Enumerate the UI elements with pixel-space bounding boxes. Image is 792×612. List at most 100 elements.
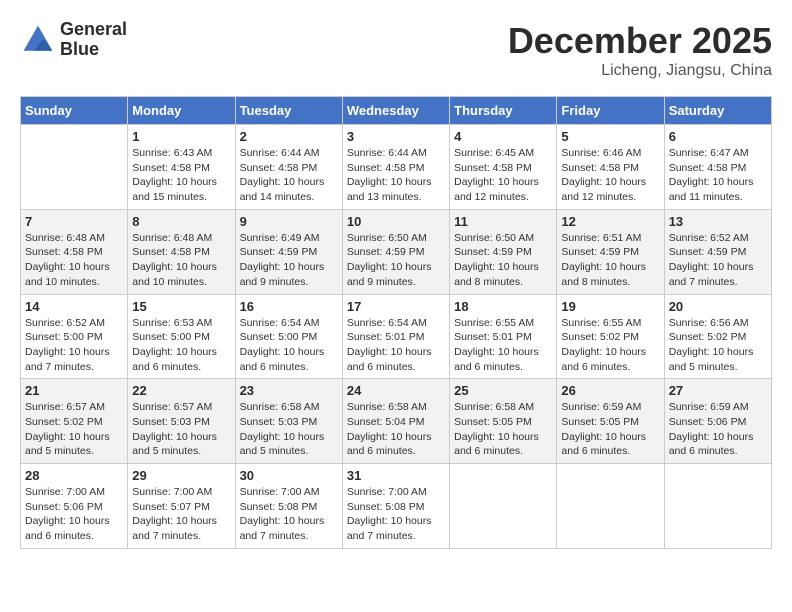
day-info: Sunrise: 6:56 AM Sunset: 5:02 PM Dayligh… — [669, 316, 767, 375]
day-number: 22 — [132, 383, 230, 398]
week-row-5: 28 Sunrise: 7:00 AM Sunset: 5:06 PM Dayli… — [21, 464, 772, 549]
day-number: 24 — [347, 383, 445, 398]
calendar-cell: 20 Sunrise: 6:56 AM Sunset: 5:02 PM Dayli… — [664, 294, 771, 379]
day-info: Sunrise: 6:43 AM Sunset: 4:58 PM Dayligh… — [132, 146, 230, 205]
weekday-header-saturday: Saturday — [664, 97, 771, 125]
day-info: Sunrise: 6:59 AM Sunset: 5:06 PM Dayligh… — [669, 400, 767, 459]
calendar-cell: 3 Sunrise: 6:44 AM Sunset: 4:58 PM Daylig… — [342, 125, 449, 210]
calendar-cell: 2 Sunrise: 6:44 AM Sunset: 4:58 PM Daylig… — [235, 125, 342, 210]
calendar-cell: 21 Sunrise: 6:57 AM Sunset: 5:02 PM Dayli… — [21, 379, 128, 464]
day-info: Sunrise: 6:55 AM Sunset: 5:02 PM Dayligh… — [561, 316, 659, 375]
calendar-cell: 24 Sunrise: 6:58 AM Sunset: 5:04 PM Dayli… — [342, 379, 449, 464]
page-header: General Blue December 2025 Licheng, Jian… — [20, 20, 772, 80]
day-number: 21 — [25, 383, 123, 398]
day-info: Sunrise: 6:51 AM Sunset: 4:59 PM Dayligh… — [561, 231, 659, 290]
day-number: 8 — [132, 214, 230, 229]
day-info: Sunrise: 6:44 AM Sunset: 4:58 PM Dayligh… — [347, 146, 445, 205]
calendar-cell: 25 Sunrise: 6:58 AM Sunset: 5:05 PM Dayli… — [450, 379, 557, 464]
day-number: 26 — [561, 383, 659, 398]
calendar-cell — [557, 464, 664, 549]
day-info: Sunrise: 6:47 AM Sunset: 4:58 PM Dayligh… — [669, 146, 767, 205]
day-number: 5 — [561, 129, 659, 144]
week-row-1: 1 Sunrise: 6:43 AM Sunset: 4:58 PM Daylig… — [21, 125, 772, 210]
calendar-cell: 4 Sunrise: 6:45 AM Sunset: 4:58 PM Daylig… — [450, 125, 557, 210]
day-number: 30 — [240, 468, 338, 483]
calendar-cell: 6Sunrise: 6:47 AM Sunset: 4:58 PM Daylig… — [664, 125, 771, 210]
day-info: Sunrise: 6:59 AM Sunset: 5:05 PM Dayligh… — [561, 400, 659, 459]
day-info: Sunrise: 6:49 AM Sunset: 4:59 PM Dayligh… — [240, 231, 338, 290]
day-info: Sunrise: 6:48 AM Sunset: 4:58 PM Dayligh… — [132, 231, 230, 290]
day-number: 4 — [454, 129, 552, 144]
calendar-cell: 12 Sunrise: 6:51 AM Sunset: 4:59 PM Dayli… — [557, 209, 664, 294]
day-number: 13 — [669, 214, 767, 229]
calendar-cell: 10Sunrise: 6:50 AM Sunset: 4:59 PM Dayli… — [342, 209, 449, 294]
calendar-cell — [664, 464, 771, 549]
day-info: Sunrise: 7:00 AM Sunset: 5:08 PM Dayligh… — [347, 485, 445, 544]
day-info: Sunrise: 6:50 AM Sunset: 4:59 PM Dayligh… — [347, 231, 445, 290]
day-info: Sunrise: 6:55 AM Sunset: 5:01 PM Dayligh… — [454, 316, 552, 375]
day-number: 9 — [240, 214, 338, 229]
weekday-header-thursday: Thursday — [450, 97, 557, 125]
week-row-3: 14Sunrise: 6:52 AM Sunset: 5:00 PM Dayli… — [21, 294, 772, 379]
weekday-header-sunday: Sunday — [21, 97, 128, 125]
logo: General Blue — [20, 20, 127, 60]
day-number: 31 — [347, 468, 445, 483]
day-info: Sunrise: 6:54 AM Sunset: 5:00 PM Dayligh… — [240, 316, 338, 375]
day-number: 2 — [240, 129, 338, 144]
week-row-2: 7 Sunrise: 6:48 AM Sunset: 4:58 PM Daylig… — [21, 209, 772, 294]
day-number: 17 — [347, 299, 445, 314]
calendar-cell: 9 Sunrise: 6:49 AM Sunset: 4:59 PM Daylig… — [235, 209, 342, 294]
weekday-header-monday: Monday — [128, 97, 235, 125]
day-number: 25 — [454, 383, 552, 398]
day-number: 27 — [669, 383, 767, 398]
day-info: Sunrise: 6:44 AM Sunset: 4:58 PM Dayligh… — [240, 146, 338, 205]
logo-line1: General — [60, 20, 127, 40]
day-number: 3 — [347, 129, 445, 144]
calendar-cell: 22 Sunrise: 6:57 AM Sunset: 5:03 PM Dayli… — [128, 379, 235, 464]
calendar-cell: 17 Sunrise: 6:54 AM Sunset: 5:01 PM Dayli… — [342, 294, 449, 379]
day-number: 12 — [561, 214, 659, 229]
calendar-cell: 19 Sunrise: 6:55 AM Sunset: 5:02 PM Dayli… — [557, 294, 664, 379]
calendar-cell: 8 Sunrise: 6:48 AM Sunset: 4:58 PM Daylig… — [128, 209, 235, 294]
day-info: Sunrise: 7:00 AM Sunset: 5:07 PM Dayligh… — [132, 485, 230, 544]
calendar-cell: 15Sunrise: 6:53 AM Sunset: 5:00 PM Dayli… — [128, 294, 235, 379]
day-info: Sunrise: 7:00 AM Sunset: 5:08 PM Dayligh… — [240, 485, 338, 544]
day-info: Sunrise: 6:46 AM Sunset: 4:58 PM Dayligh… — [561, 146, 659, 205]
calendar-cell: 7Sunrise: 6:48 AM Sunset: 4:58 PM Daylig… — [21, 209, 128, 294]
logo-line2: Blue — [60, 40, 127, 60]
day-number: 18 — [454, 299, 552, 314]
day-number: 29 — [132, 468, 230, 483]
day-info: Sunrise: 6:52 AM Sunset: 5:00 PM Dayligh… — [25, 316, 123, 375]
day-number: 28 — [25, 468, 123, 483]
day-number: 1 — [132, 129, 230, 144]
calendar-cell: 28 Sunrise: 7:00 AM Sunset: 5:06 PM Dayli… — [21, 464, 128, 549]
day-number: 11 — [454, 214, 552, 229]
day-info: Sunrise: 6:57 AM Sunset: 5:03 PM Dayligh… — [132, 400, 230, 459]
weekday-header-row: SundayMondayTuesdayWednesdayThursdayFrid… — [21, 97, 772, 125]
calendar-cell: 16 Sunrise: 6:54 AM Sunset: 5:00 PM Dayli… — [235, 294, 342, 379]
calendar-cell: 1 Sunrise: 6:43 AM Sunset: 4:58 PM Daylig… — [128, 125, 235, 210]
day-info: Sunrise: 6:58 AM Sunset: 5:04 PM Dayligh… — [347, 400, 445, 459]
day-info: Sunrise: 7:00 AM Sunset: 5:06 PM Dayligh… — [25, 485, 123, 544]
calendar-cell — [450, 464, 557, 549]
calendar-cell: 23Sunrise: 6:58 AM Sunset: 5:03 PM Dayli… — [235, 379, 342, 464]
calendar-cell — [21, 125, 128, 210]
day-number: 7 — [25, 214, 123, 229]
calendar-cell: 30 Sunrise: 7:00 AM Sunset: 5:08 PM Dayli… — [235, 464, 342, 549]
day-info: Sunrise: 6:50 AM Sunset: 4:59 PM Dayligh… — [454, 231, 552, 290]
day-info: Sunrise: 6:58 AM Sunset: 5:05 PM Dayligh… — [454, 400, 552, 459]
month-title: December 2025 — [508, 20, 772, 62]
day-number: 16 — [240, 299, 338, 314]
location: Licheng, Jiangsu, China — [508, 62, 772, 80]
day-number: 20 — [669, 299, 767, 314]
week-row-4: 21 Sunrise: 6:57 AM Sunset: 5:02 PM Dayli… — [21, 379, 772, 464]
day-info: Sunrise: 6:54 AM Sunset: 5:01 PM Dayligh… — [347, 316, 445, 375]
day-info: Sunrise: 6:57 AM Sunset: 5:02 PM Dayligh… — [25, 400, 123, 459]
logo-icon — [20, 22, 56, 58]
weekday-header-friday: Friday — [557, 97, 664, 125]
day-number: 19 — [561, 299, 659, 314]
day-info: Sunrise: 6:45 AM Sunset: 4:58 PM Dayligh… — [454, 146, 552, 205]
weekday-header-wednesday: Wednesday — [342, 97, 449, 125]
calendar-cell: 14Sunrise: 6:52 AM Sunset: 5:00 PM Dayli… — [21, 294, 128, 379]
calendar-cell: 26 Sunrise: 6:59 AM Sunset: 5:05 PM Dayli… — [557, 379, 664, 464]
